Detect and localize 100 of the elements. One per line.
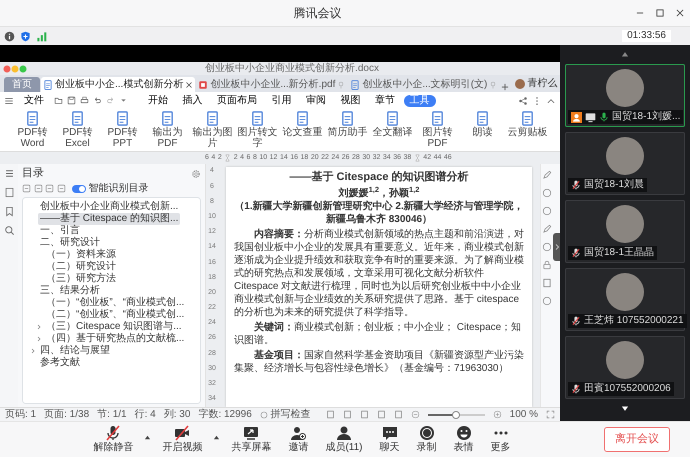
info-icon[interactable] — [4, 30, 15, 42]
zoom-dot-icon[interactable] — [18, 64, 26, 72]
save-icon[interactable] — [67, 96, 76, 105]
toolbar-button[interactable]: 开启视频 — [156, 425, 208, 454]
zoom-out-icon[interactable] — [411, 410, 420, 419]
outline-item[interactable]: 四、结论与展望 — [38, 344, 112, 357]
spell-check-label[interactable]: 拼写检查 — [270, 408, 310, 420]
ribbon-tab[interactable]: 开始 — [142, 94, 174, 106]
outline-item[interactable]: （三）研究方法 — [44, 272, 118, 285]
tool-button[interactable]: 云剪贴板 — [506, 111, 550, 138]
outline-item[interactable]: ——基于 Citespace 的知识图... — [38, 212, 180, 225]
ribbon-tab[interactable]: 工具 — [404, 94, 436, 106]
pen-icon[interactable] — [542, 170, 552, 180]
ribbon-tab[interactable]: 视图 — [334, 94, 366, 106]
tool-button[interactable]: PDF转Word — [10, 111, 54, 149]
tool-button[interactable]: 图片转PDF — [416, 111, 460, 149]
close-icon[interactable] — [675, 8, 685, 18]
outline-item[interactable]: （二）研究设计 — [44, 260, 118, 273]
menu-icon[interactable] — [4, 96, 14, 106]
circle-icon[interactable] — [542, 206, 552, 216]
toolbar-button[interactable]: 录制 — [410, 425, 443, 454]
tool-button[interactable]: 论文查重 — [280, 111, 324, 138]
folder-icon[interactable] — [54, 96, 63, 105]
tool-button[interactable]: PDF转PPT — [100, 111, 144, 149]
outline-item[interactable]: 创业板中小企业商业模式创新... — [38, 200, 180, 213]
outline-item[interactable]: 二、研究设计 — [38, 236, 102, 249]
circle-icon[interactable] — [542, 242, 552, 252]
toolbar-button[interactable]: 更多 — [484, 425, 517, 454]
ribbon-tab[interactable]: 章节 — [369, 94, 401, 106]
maximize-icon[interactable] — [655, 8, 665, 18]
indent-marker-icon[interactable] — [224, 153, 232, 163]
fullscreen-icon[interactable] — [546, 410, 555, 419]
redo-icon[interactable] — [106, 96, 115, 105]
outline-item[interactable]: 参考文献 — [38, 356, 82, 369]
participant-tile[interactable]: 国贸18-1刘晨 — [565, 132, 685, 195]
document-tab[interactable]: 创业板中小企...文标明引(文) — [348, 77, 500, 92]
tool-button[interactable]: 全文翻译 — [370, 111, 414, 138]
outline-level-icon[interactable] — [56, 184, 66, 194]
outline-level-icon[interactable] — [22, 184, 31, 194]
outline-item[interactable]: （四）基于研究热点的文献梳... — [44, 332, 186, 345]
shield-icon[interactable] — [20, 30, 31, 42]
print-icon[interactable] — [80, 96, 89, 105]
bookmark-icon[interactable] — [4, 206, 14, 217]
participant-tile[interactable]: 田賓107552000206 — [565, 336, 685, 399]
toolbar-button[interactable]: 表情 — [448, 425, 480, 454]
document-window-title: 创业板中小企业商业模式创新分析.docx — [205, 62, 379, 74]
file-menu[interactable]: 文件 — [18, 94, 50, 106]
ribbon-tab[interactable]: 插入 — [176, 94, 208, 106]
document-tab[interactable]: 创业板中小企...模式创新分析 — [41, 77, 196, 92]
toggle-switch[interactable] — [72, 184, 86, 193]
toolbar-button[interactable]: 成员(11) — [319, 425, 369, 454]
outline-item[interactable]: （一）“创业板”、“商业模式创... — [44, 296, 186, 309]
ribbon-tab[interactable]: 引用 — [266, 94, 298, 106]
outline-item[interactable]: （一）资料来源 — [44, 248, 118, 261]
signal-icon[interactable] — [36, 30, 47, 42]
settings-icon[interactable] — [191, 168, 201, 179]
outline-item[interactable]: （三）Citespace 知识图谱与... — [44, 320, 184, 333]
list-icon[interactable] — [4, 168, 14, 179]
radio-icon[interactable] — [260, 410, 268, 418]
page-icon[interactable] — [4, 187, 14, 198]
undo-icon[interactable] — [93, 96, 102, 105]
toolbar-button[interactable]: 邀请 — [282, 425, 314, 454]
minimize-dot-icon[interactable] — [10, 64, 18, 72]
zoom-in-icon[interactable] — [492, 410, 502, 419]
participant-tile[interactable]: 王芝炜 107552000221 — [565, 268, 685, 331]
tool-button[interactable]: 输出为图片 — [190, 111, 234, 149]
outline-item[interactable]: （二）“创业板”、“商业模式创... — [44, 308, 186, 321]
plus-icon[interactable] — [500, 82, 510, 92]
close-dot-icon[interactable] — [2, 64, 10, 72]
toolbar-button[interactable]: 聊天 — [374, 425, 406, 454]
close-icon[interactable] — [185, 80, 194, 88]
chat-icon — [382, 425, 398, 441]
participant-tile[interactable]: 国贸18-1王晶晶 — [565, 200, 685, 263]
leave-meeting-button[interactable]: 离开会议 — [604, 426, 670, 452]
ribbon-tab[interactable]: 审阅 — [300, 94, 332, 106]
tool-button[interactable]: 输出为PDF — [146, 111, 190, 149]
collapse-handle[interactable] — [553, 233, 560, 261]
pin-icon[interactable] — [489, 80, 498, 88]
share-icon[interactable] — [518, 96, 528, 106]
document-icon — [25, 111, 40, 126]
tool-button[interactable]: 图片转文字 — [236, 111, 280, 149]
outline-item[interactable]: 一、引言 — [38, 224, 82, 237]
participant-name: 田賓107552000206 — [584, 383, 671, 395]
tool-button[interactable]: PDF转Excel — [56, 111, 100, 149]
user-avatar[interactable] — [515, 78, 525, 88]
lock-icon[interactable] — [542, 260, 552, 270]
participant-tile[interactable]: 国贸18-1刘媛... — [565, 64, 685, 127]
search-icon[interactable] — [4, 225, 14, 236]
outline-item[interactable]: 三、结果分析 — [38, 284, 102, 297]
indent-marker-icon[interactable] — [414, 153, 421, 163]
tool-button[interactable]: 朗读 — [460, 111, 504, 138]
document-tab[interactable]: 创业板中小企业...新分析.pdf — [196, 77, 348, 92]
outline-level-icon[interactable] — [45, 184, 54, 194]
outline-level-icon[interactable] — [34, 184, 42, 194]
tool-button[interactable]: 简历助手 — [326, 111, 370, 138]
circle-icon[interactable] — [542, 188, 552, 198]
pin-icon[interactable] — [337, 80, 346, 88]
toolbar-button[interactable]: 共享屏幕 — [225, 425, 278, 454]
toolbar-button[interactable]: 解除静音 — [87, 425, 140, 454]
ribbon-tab[interactable]: 页面布局 — [211, 94, 263, 106]
